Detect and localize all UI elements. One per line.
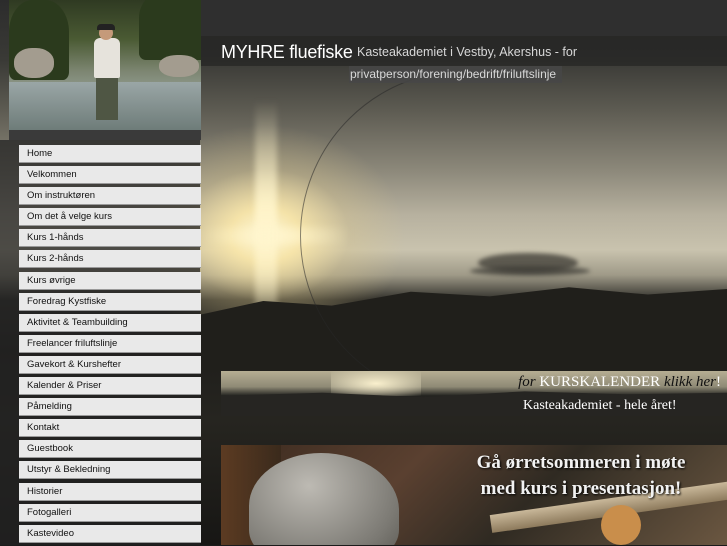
nav-item-pamelding[interactable]: Påmelding xyxy=(19,398,201,417)
site-tagline-audience: privatperson/forening/bedrift/friluftsli… xyxy=(349,66,563,83)
nav-item-fotogalleri[interactable]: Fotogalleri xyxy=(19,503,201,522)
stone xyxy=(249,453,399,545)
rock xyxy=(14,48,54,78)
nav-item-velkommen[interactable]: Velkommen xyxy=(19,166,201,185)
cloud-streak xyxy=(470,266,590,276)
fishing-reel xyxy=(601,505,641,545)
banner-subtitle: Kasteakademiet - hele året! xyxy=(523,398,677,413)
fisherman xyxy=(94,38,120,78)
banner-kurskalender: KURSKALENDER xyxy=(539,374,661,390)
nav-item-historier[interactable]: Historier xyxy=(19,482,201,501)
promo-line-2: med kurs i presentasjon! xyxy=(480,478,682,499)
waders xyxy=(96,76,118,120)
banner-klikk-her: klikk her xyxy=(663,374,716,390)
site-tagline: Kasteakademiet i Vestby, Akershus - for xyxy=(357,45,578,59)
rock xyxy=(159,55,199,77)
nav-item-kontakt[interactable]: Kontakt xyxy=(19,419,201,438)
nav-item-om-det-a-velge-kurs[interactable]: Om det å velge kurs xyxy=(19,208,201,227)
nav-item-kurs-2-hands[interactable]: Kurs 2-hånds xyxy=(19,250,201,269)
tree xyxy=(139,0,201,60)
nav-item-gavekort-kurshefter[interactable]: Gavekort & Kurshefter xyxy=(19,355,201,374)
nav-item-freelancer-friluftslinje[interactable]: Freelancer friluftslinje xyxy=(19,334,201,353)
kurskalender-link[interactable]: for KURSKALENDER klikk her! xyxy=(518,374,721,391)
main-nav: Home Velkommen Om instruktøren Om det å … xyxy=(19,145,201,546)
photo-divider xyxy=(9,130,201,140)
promo-headline: Gå ørretsommeren i møte med kurs i prese… xyxy=(431,450,727,502)
nav-item-kastevideo[interactable]: Kastevideo xyxy=(19,524,201,543)
nav-item-home[interactable]: Home xyxy=(19,145,201,163)
cap xyxy=(97,24,115,30)
nav-item-foredrag-kystfiske[interactable]: Foredrag Kystfiske xyxy=(19,292,201,311)
banner-exclamation: ! xyxy=(716,374,721,390)
nav-item-kurs-1-hands[interactable]: Kurs 1-hånds xyxy=(19,229,201,248)
banner-sun-glow xyxy=(331,371,421,396)
top-bar xyxy=(200,0,727,36)
banner-for-word: for xyxy=(518,374,536,390)
site-title: MYHRE fluefiske xyxy=(221,42,353,62)
nav-item-om-instruktoren[interactable]: Om instruktøren xyxy=(19,187,201,206)
promo-line-1: Gå ørretsommeren i møte xyxy=(476,452,686,473)
nav-item-guestbook[interactable]: Guestbook xyxy=(19,440,201,459)
nav-item-kalender-priser[interactable]: Kalender & Priser xyxy=(19,377,201,396)
fisherman-photo xyxy=(9,0,201,130)
nav-item-utstyr-bekledning[interactable]: Utstyr & Bekledning xyxy=(19,461,201,480)
nav-item-kurs-ovrige[interactable]: Kurs øvrige xyxy=(19,271,201,290)
nav-item-aktivitet-teambuilding[interactable]: Aktivitet & Teambuilding xyxy=(19,313,201,332)
